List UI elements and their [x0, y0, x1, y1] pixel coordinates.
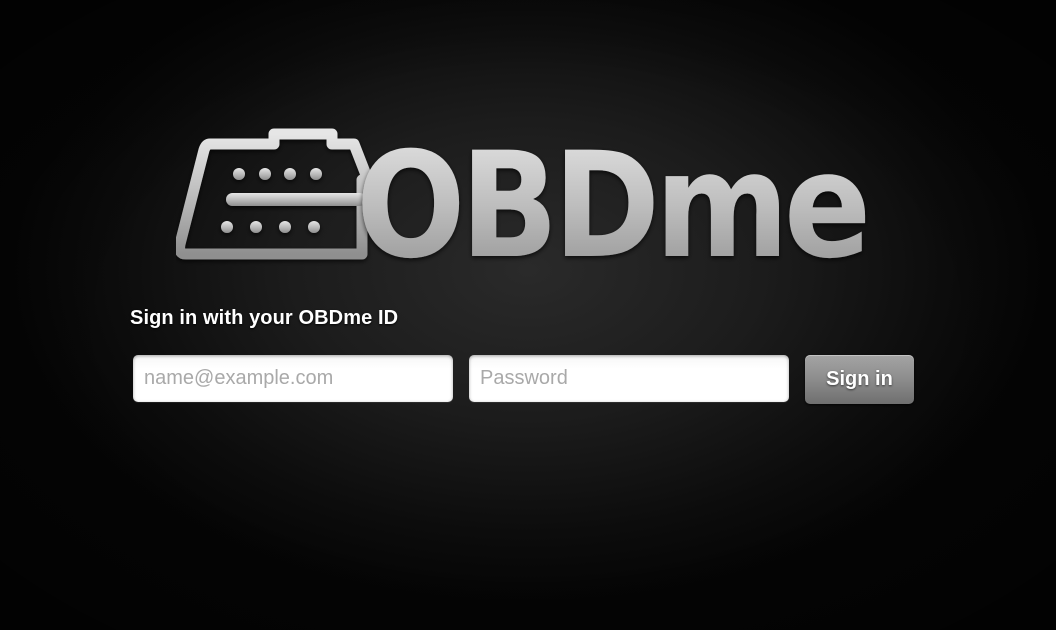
email-input[interactable]: [133, 355, 453, 402]
signin-heading: Sign in with your OBDme ID: [130, 307, 399, 329]
sign-in-button[interactable]: Sign in: [805, 355, 914, 404]
password-input[interactable]: [469, 355, 789, 402]
login-screen: OBDme Sign in with your OBDme ID Sign in: [0, 0, 1056, 630]
obd-connector-icon: [176, 128, 374, 260]
obdme-logo: OBDme: [176, 126, 872, 266]
logo-wordmark: OBDme: [356, 126, 866, 266]
